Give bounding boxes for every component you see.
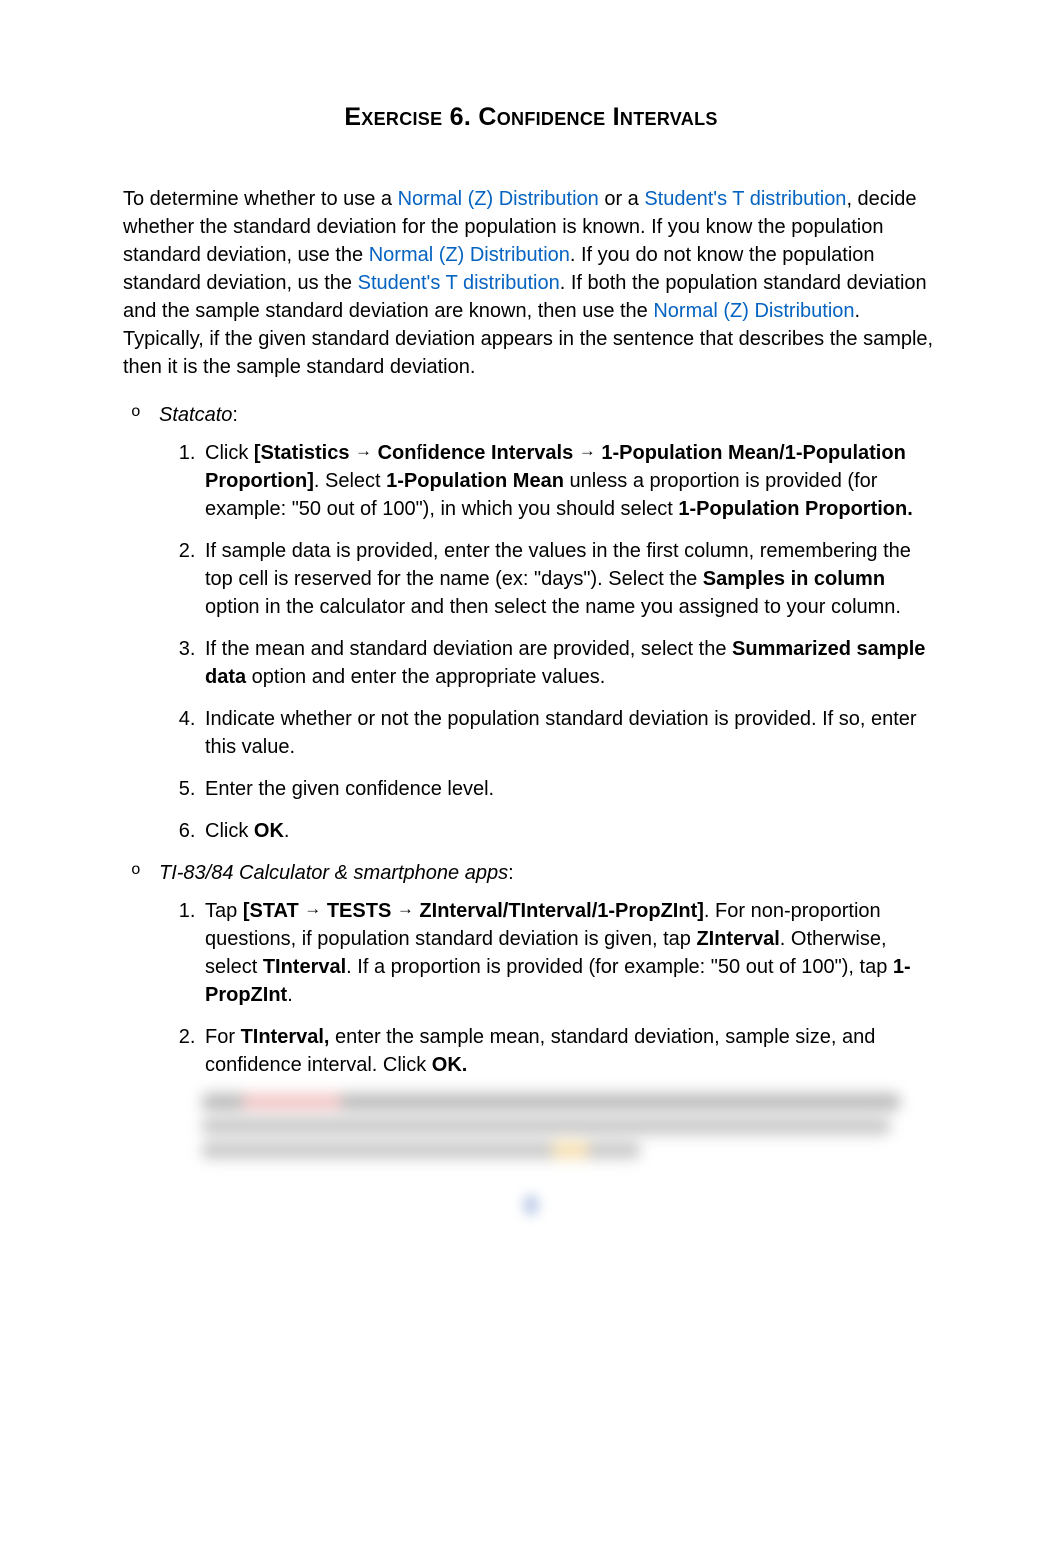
statcato-step-6: Click OK. — [201, 817, 939, 845]
statcato-step-5: Enter the given confidence level. — [201, 775, 939, 803]
ok-label: OK — [254, 820, 284, 842]
blurred-preview — [201, 1093, 939, 1159]
step-text: Click — [205, 820, 254, 842]
blurred-line — [201, 1117, 891, 1135]
step-text: option and enter the appropriate values. — [246, 666, 605, 688]
ti-step-1: Tap [STAT → TESTS → ZInterval/TInterval/… — [201, 897, 939, 1009]
step-text: . — [284, 820, 290, 842]
blurred-line — [201, 1093, 901, 1111]
title-number: 6. — [442, 103, 478, 131]
statcato-label: Statcato — [159, 404, 232, 426]
step-text: . Select — [314, 470, 386, 492]
tool-list: Statcato: Click [Statistics → Confidence… — [123, 401, 939, 1159]
statcato-step-2: If sample data is provided, enter the va… — [201, 537, 939, 621]
option-name: ZInterval — [696, 928, 779, 950]
arrow-icon: → — [355, 441, 372, 460]
option-name: TInterval, — [241, 1026, 330, 1048]
normal-z-link-2[interactable]: Normal (Z) Distribution — [369, 244, 570, 266]
normal-z-link-1[interactable]: Normal (Z) Distribution — [398, 188, 599, 210]
intro-text: or a — [599, 188, 645, 210]
step-text: For — [205, 1026, 241, 1048]
students-t-link-2[interactable]: Student's T distribution — [358, 272, 560, 294]
blurred-line — [201, 1141, 641, 1159]
ti-label: TI-83/84 Calculator & smartphone apps — [159, 862, 508, 884]
arrow-icon: → — [397, 899, 414, 918]
menu-path: [Statistics — [254, 442, 355, 464]
colon: : — [508, 862, 514, 884]
intro-text: To determine whether to use a — [123, 188, 398, 210]
arrow-icon: → — [304, 899, 321, 918]
step-text: option in the calculator and then select… — [205, 596, 901, 618]
option-name: 1-Population Proportion. — [678, 498, 912, 520]
statcato-step-3: If the mean and standard deviation are p… — [201, 635, 939, 691]
menu-path: idence Intervals — [422, 442, 579, 464]
statcato-section: Statcato: Click [Statistics → Confidence… — [159, 401, 939, 845]
arrow-icon: → — [579, 441, 596, 460]
step-text: If the mean and standard deviation are p… — [205, 638, 732, 660]
intro-paragraph: To determine whether to use a Normal (Z)… — [123, 185, 939, 381]
ti-calculator-section: TI-83/84 Calculator & smartphone apps: T… — [159, 859, 939, 1159]
option-name: 1-Population Mean — [386, 470, 564, 492]
menu-path: [STAT — [243, 900, 304, 922]
document-page: Exercise 6. Confidence Intervals To dete… — [0, 0, 1062, 1275]
option-name: Samples in column — [703, 568, 885, 590]
ok-label: OK. — [432, 1054, 468, 1076]
normal-z-link-3[interactable]: Normal (Z) Distribution — [653, 300, 854, 322]
title-part-2: Confidence — [478, 103, 605, 131]
colon: : — [232, 404, 238, 426]
statcato-step-1: Click [Statistics → Confidence Intervals… — [201, 439, 939, 523]
step-text: . If a proportion is provided (for examp… — [346, 956, 893, 978]
step-text: Tap — [205, 900, 243, 922]
ti-step-2: For TInterval, enter the sample mean, st… — [201, 1023, 939, 1079]
menu-path: Con — [372, 442, 416, 464]
step-text: Click — [205, 442, 254, 464]
menu-path: TESTS — [321, 900, 397, 922]
blurred-page-number — [524, 1195, 538, 1215]
statcato-step-4: Indicate whether or not the population s… — [201, 705, 939, 761]
title-part-3: Intervals — [605, 103, 717, 131]
ti-steps: Tap [STAT → TESTS → ZInterval/TInterval/… — [159, 897, 939, 1079]
students-t-link-1[interactable]: Student's T distribution — [644, 188, 846, 210]
option-name: TInterval — [263, 956, 346, 978]
page-title: Exercise 6. Confidence Intervals — [123, 100, 939, 135]
statcato-steps: Click [Statistics → Confidence Intervals… — [159, 439, 939, 845]
title-part-1: Exercise — [344, 103, 442, 131]
menu-path: ZInterval/TInterval/1-PropZInt] — [414, 900, 704, 922]
step-text: . — [287, 984, 293, 1006]
